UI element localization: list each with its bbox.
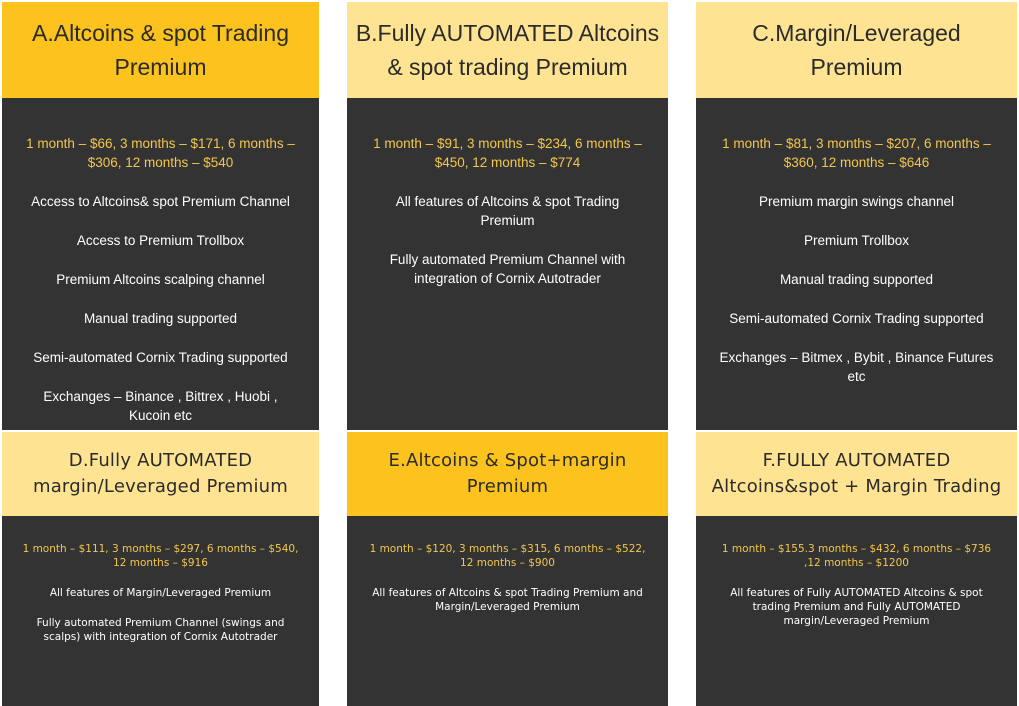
plan-d-price: 1 month – $111, 3 months – $297, 6 month… — [22, 543, 299, 569]
plan-d-feature: Fully automated Premium Channel (swings … — [36, 617, 285, 643]
plan-e-title: E.Altcoins & Spot+margin Premium — [388, 450, 627, 497]
plan-a-feature: Semi-automated Cornix Trading supported — [33, 350, 288, 365]
plan-a-feature: Premium Altcoins scalping channel — [56, 272, 265, 287]
plan-c-title: C.Margin/Leveraged Premium — [752, 20, 961, 80]
plan-e-header: E.Altcoins & Spot+margin Premium — [347, 432, 668, 516]
plan-card-c: C.Margin/Leveraged Premium 1 month – $81… — [696, 2, 1017, 430]
plan-f-price: 1 month – $155.3 months – $432, 6 months… — [721, 543, 992, 569]
plan-card-d: D.Fully AUTOMATED margin/Leveraged Premi… — [2, 432, 319, 706]
plan-d-header: D.Fully AUTOMATED margin/Leveraged Premi… — [2, 432, 319, 516]
plan-b-title: B.Fully AUTOMATED Altcoins & spot tradin… — [355, 20, 660, 80]
plan-b-feature: Fully automated Premium Channel with int… — [389, 252, 626, 286]
plan-card-e: E.Altcoins & Spot+margin Premium 1 month… — [347, 432, 668, 706]
plan-f-feature: All features of Fully AUTOMATED Altcoins… — [730, 587, 983, 627]
plan-card-b: B.Fully AUTOMATED Altcoins & spot tradin… — [347, 2, 668, 430]
plan-a-feature: Manual trading supported — [83, 311, 238, 326]
plan-a-body: 1 month – $66, 3 months – $171, 6 months… — [2, 98, 319, 430]
plan-e-price: 1 month – $120, 3 months – $315, 6 month… — [369, 543, 646, 569]
plan-a-title: A.Altcoins & spot Trading Premium — [32, 20, 289, 80]
plan-b-feature: All features of Altcoins & spot Trading … — [395, 194, 620, 228]
plan-a-feature: Exchanges – Binance , Bittrex , Huobi , … — [43, 389, 278, 423]
plan-f-body: 1 month – $155.3 months – $432, 6 months… — [696, 516, 1017, 706]
plan-f-title: F.FULLY AUTOMATED Altcoins&spot + Margin… — [711, 450, 1002, 497]
plan-c-header: C.Margin/Leveraged Premium — [696, 2, 1017, 98]
plan-f-header: F.FULLY AUTOMATED Altcoins&spot + Margin… — [696, 432, 1017, 516]
plan-c-feature: Semi-automated Cornix Trading supported — [729, 311, 984, 326]
plan-b-header: B.Fully AUTOMATED Altcoins & spot tradin… — [347, 2, 668, 98]
plan-d-title: D.Fully AUTOMATED margin/Leveraged Premi… — [32, 450, 289, 497]
plan-c-feature: Premium Trollbox — [803, 233, 910, 248]
plan-e-feature: All features of Altcoins & spot Trading … — [372, 587, 643, 613]
plan-a-feature: Access to Premium Trollbox — [76, 233, 245, 248]
plan-b-body: 1 month – $91, 3 months – $234, 6 months… — [347, 98, 668, 430]
plan-a-price: 1 month – $66, 3 months – $171, 6 months… — [26, 136, 295, 170]
plan-d-body: 1 month – $111, 3 months – $297, 6 month… — [2, 516, 319, 706]
plan-c-feature: Exchanges – Bitmex , Bybit , Binance Fut… — [719, 350, 994, 384]
plan-b-price: 1 month – $91, 3 months – $234, 6 months… — [373, 136, 642, 170]
plan-a-feature: Access to Altcoins& spot Premium Channel — [31, 194, 290, 209]
plan-card-a: A.Altcoins & spot Trading Premium 1 mont… — [2, 2, 319, 430]
plan-c-feature: Premium margin swings channel — [758, 194, 955, 209]
plan-e-body: 1 month – $120, 3 months – $315, 6 month… — [347, 516, 668, 706]
plan-c-feature: Manual trading supported — [779, 272, 934, 287]
plan-c-body: 1 month – $81, 3 months – $207, 6 months… — [696, 98, 1017, 430]
plan-c-price: 1 month – $81, 3 months – $207, 6 months… — [722, 136, 991, 170]
plan-a-header: A.Altcoins & spot Trading Premium — [2, 2, 319, 98]
plan-card-f: F.FULLY AUTOMATED Altcoins&spot + Margin… — [696, 432, 1017, 706]
plan-d-feature: All features of Margin/Leveraged Premium — [49, 587, 272, 599]
